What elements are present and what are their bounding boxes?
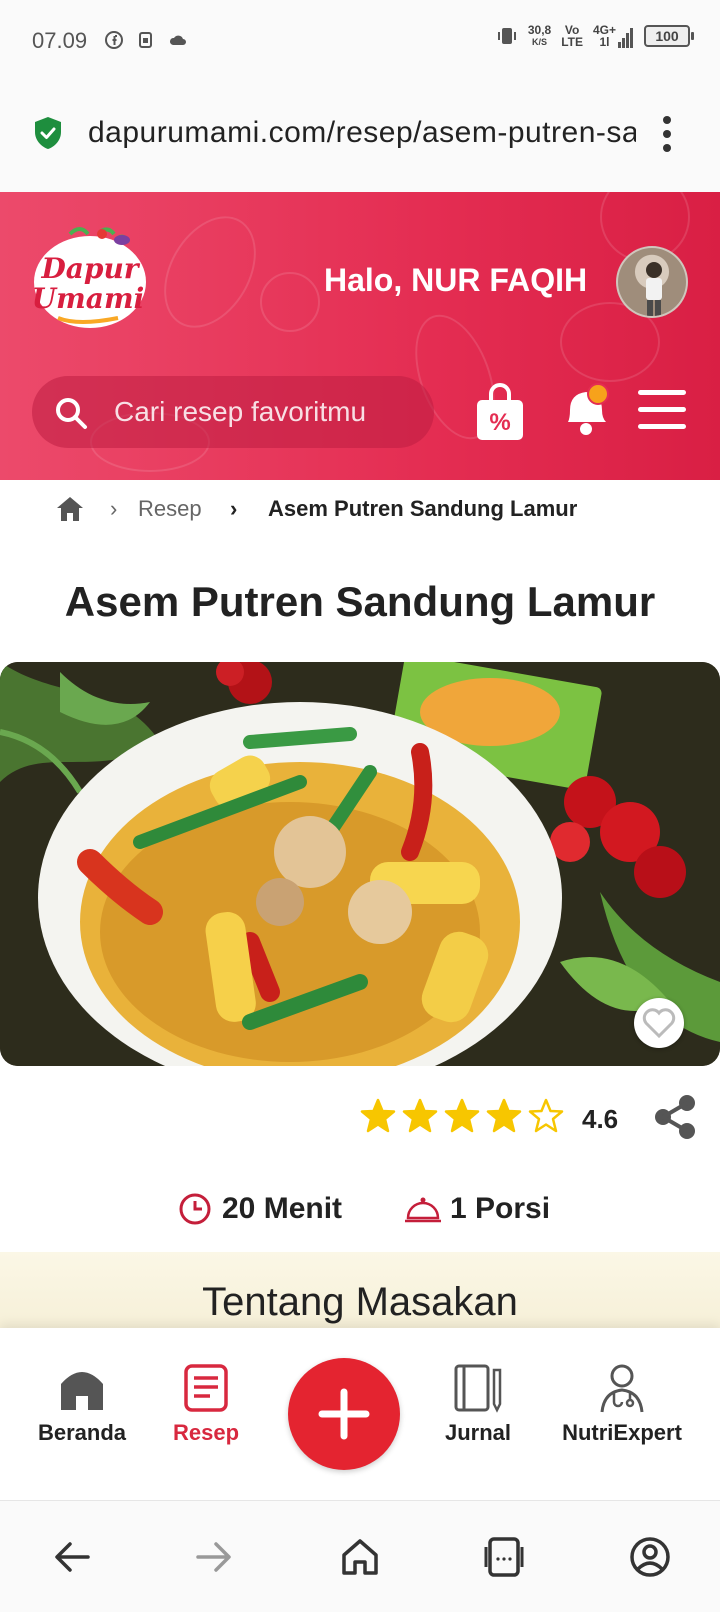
- nav-label: Beranda: [37, 1420, 127, 1445]
- star-filled-icon: [486, 1098, 522, 1133]
- home-button-icon[interactable]: [338, 1535, 382, 1579]
- volte-bottom: LTE: [561, 35, 583, 49]
- serving-cloche-icon: [405, 1197, 441, 1223]
- system-nav-bar: [0, 1500, 720, 1612]
- plus-icon: [318, 1388, 370, 1440]
- share-icon[interactable]: [654, 1094, 696, 1140]
- more-options-icon[interactable]: [662, 114, 672, 154]
- search-input[interactable]: [114, 394, 386, 430]
- search-bar[interactable]: [32, 376, 434, 448]
- speed-value: 30,8: [527, 23, 552, 37]
- user-greeting: Halo, NUR FAQIH: [324, 262, 588, 298]
- promo-bag-icon[interactable]: %: [474, 382, 526, 442]
- star-outline-icon: [528, 1098, 564, 1133]
- site-header: Dapur Umami Halo, NUR FAQIH %: [0, 192, 720, 480]
- star-filled-icon: [444, 1098, 480, 1133]
- portion-count: 1 Porsi: [450, 1192, 551, 1225]
- back-arrow-icon[interactable]: [50, 1535, 94, 1579]
- profile-account-icon[interactable]: [628, 1535, 672, 1579]
- clock-icon: [179, 1193, 211, 1225]
- browser-url-bar[interactable]: dapurumami.com/resep/asem-putren-sandung…: [0, 82, 720, 192]
- star-filled-icon: [360, 1098, 396, 1133]
- forward-arrow-icon[interactable]: [192, 1535, 236, 1579]
- about-section: Tentang Masakan: [0, 1252, 720, 1328]
- chevron-right-icon: ›: [230, 496, 238, 521]
- secure-shield-icon: [35, 117, 61, 149]
- network-arrows: 1l: [599, 35, 610, 49]
- nav-beranda[interactable]: Beranda: [12, 1362, 152, 1446]
- speed-unit: K/S: [532, 37, 548, 47]
- tabs-icon[interactable]: [482, 1535, 526, 1579]
- app-bottom-nav: Beranda Resep Jurnal NutriExpert: [0, 1328, 720, 1500]
- vibrate-icon: [497, 28, 516, 44]
- avatar[interactable]: [616, 246, 688, 318]
- nav-label: NutriExpert: [562, 1420, 682, 1445]
- facebook-icon: [105, 31, 123, 49]
- url-text[interactable]: dapurumami.com/resep/asem-putren-sandung…: [88, 116, 636, 150]
- page-title: Asem Putren Sandung Lamur: [64, 578, 656, 625]
- breadcrumb-home-icon[interactable]: [56, 496, 84, 522]
- recipe-icon: [184, 1364, 228, 1412]
- nav-jurnal[interactable]: Jurnal: [408, 1362, 548, 1446]
- heart-outline-icon: [642, 1008, 676, 1038]
- nav-label: Resep: [172, 1420, 240, 1445]
- cloud-icon: [169, 35, 186, 45]
- journal-icon: [454, 1364, 502, 1413]
- volte-indicator: Vo LTE: [561, 24, 583, 48]
- status-time: 07.09: [32, 28, 88, 53]
- add-button[interactable]: [288, 1358, 400, 1470]
- breadcrumb: › Resep › Asem Putren Sandung Lamur: [0, 480, 720, 544]
- breadcrumb-item-resep[interactable]: Resep: [138, 496, 202, 522]
- signal-indicator: 4G+ 1l: [593, 24, 634, 48]
- signal-icon: [618, 28, 633, 48]
- rating-value: 4.6: [582, 1104, 619, 1134]
- nav-resep[interactable]: Resep: [136, 1362, 276, 1446]
- nav-nutriexpert[interactable]: NutriExpert: [552, 1362, 692, 1446]
- status-right: 30,8 K/S Vo LTE 4G+ 1l 100: [496, 24, 694, 48]
- search-icon[interactable]: [54, 396, 88, 430]
- promo-label: %: [489, 409, 510, 436]
- svg-text:Umami: Umami: [32, 282, 144, 315]
- dapur-umami-logo[interactable]: Dapur Umami: [30, 222, 150, 332]
- doctor-icon: [600, 1364, 644, 1413]
- svg-text:Dapur: Dapur: [40, 252, 140, 285]
- battery-indicator: 100: [644, 25, 694, 47]
- notification-bell-icon[interactable]: [560, 382, 612, 438]
- network-speed: 30,8 K/S: [528, 24, 551, 48]
- breadcrumb-item-current: Asem Putren Sandung Lamur: [268, 496, 578, 521]
- rating-stars: [360, 1098, 564, 1134]
- nav-label: Jurnal: [444, 1420, 512, 1445]
- status-bar: 07.09 30,8 K/S Vo LTE 4G+ 1l 100: [0, 0, 720, 82]
- home-icon: [61, 1372, 103, 1410]
- section-title: Tentang Masakan: [202, 1280, 518, 1324]
- hamburger-menu-icon[interactable]: [636, 388, 688, 432]
- sim-icon: [139, 32, 152, 48]
- cooking-time: 20 Menit: [222, 1192, 343, 1225]
- chevron-right-icon: ›: [110, 496, 118, 521]
- recipe-image: [0, 662, 720, 1066]
- notification-icons: [104, 30, 188, 50]
- favorite-button[interactable]: [634, 998, 684, 1048]
- star-filled-icon: [402, 1098, 438, 1133]
